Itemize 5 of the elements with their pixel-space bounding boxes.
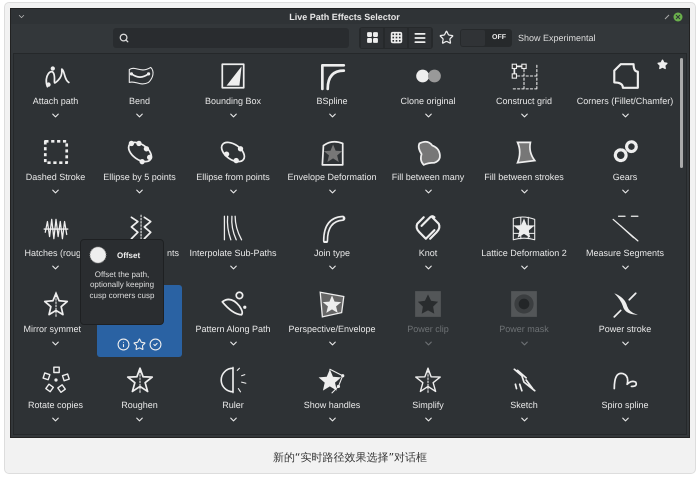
window-title: Live Path Effects Selector: [289, 12, 400, 22]
figure-caption: 新的“实时路径效果选择”对话框: [272, 450, 428, 465]
switch-label: Show Experimental: [518, 32, 596, 43]
tooltip-description: Offset the path, optionally keeping cusp corners cusp: [88, 270, 156, 302]
tooltip-title: Offset: [117, 250, 140, 260]
